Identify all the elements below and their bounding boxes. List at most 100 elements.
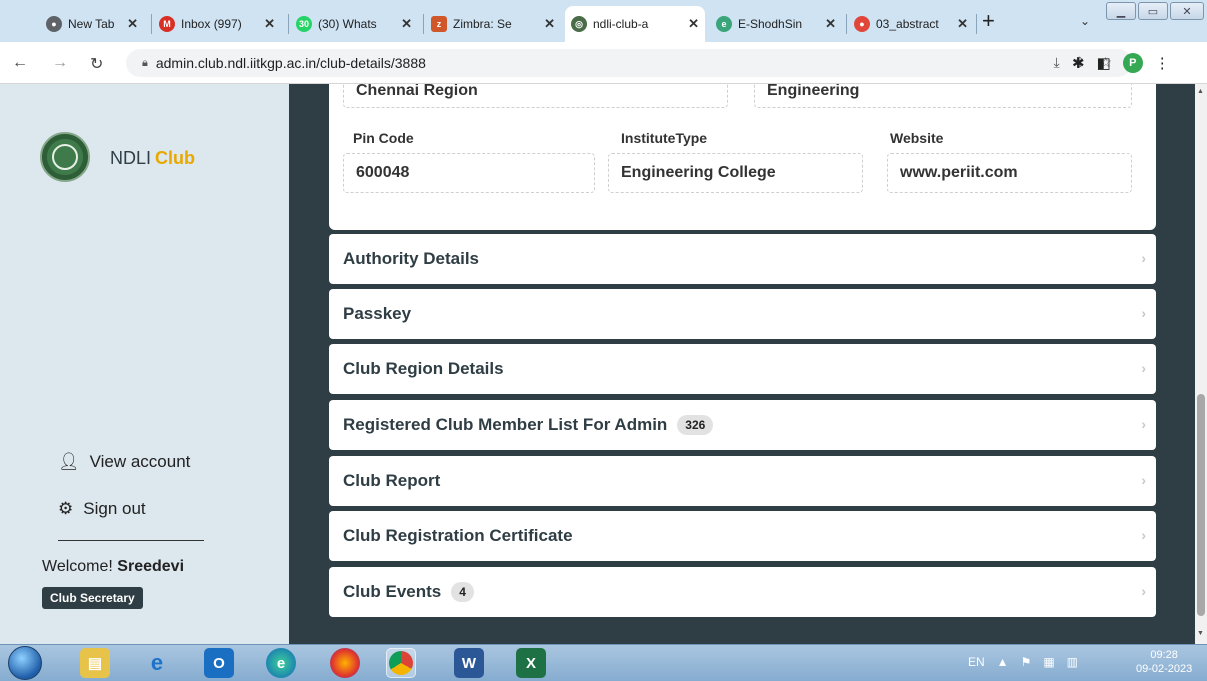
extensions-icon[interactable]: ✱ (1072, 54, 1085, 72)
tab-title: New Tab (68, 17, 115, 31)
section-label: Club Events (343, 582, 442, 601)
windows-taskbar: ▤ e O e W X EN ▲ ⚑ ▦ ▥ 09:28 09-02-2023 (0, 644, 1207, 681)
chevron-right-icon: › (1141, 305, 1146, 321)
start-button[interactable] (8, 646, 42, 680)
display-icon[interactable]: ▦ (1043, 655, 1054, 669)
word-icon[interactable]: W (454, 648, 484, 678)
edge-icon[interactable]: e (266, 648, 296, 678)
gear-icon: ⚙ (58, 499, 74, 518)
section-label: Club Region Details (343, 359, 504, 378)
section-label: Club Report (343, 471, 441, 490)
tab-ndli-club[interactable]: ◎ ndli-club-a ✕ (565, 6, 705, 42)
speaker-icon[interactable]: ▥ (1067, 655, 1078, 669)
address-bar[interactable]: 🔒︎ admin.club.ndl.iitkgp.ac.in/club-deta… (126, 49, 1132, 77)
section-authority-details[interactable]: Authority Details › (329, 234, 1156, 284)
chevron-right-icon: › (1141, 583, 1146, 599)
window-controls: ▁ ▭ ✕ (1106, 2, 1206, 20)
chevron-right-icon: › (1141, 472, 1146, 488)
user-name: Sreedevi (117, 558, 185, 575)
tab-title: (30) Whats (318, 17, 377, 31)
tab-zimbra[interactable]: z Zimbra: Se ✕ (425, 6, 561, 42)
excel-icon[interactable]: X (516, 648, 546, 678)
chevron-right-icon: › (1141, 360, 1146, 376)
system-clock[interactable]: 09:28 09-02-2023 (1136, 648, 1192, 676)
close-icon[interactable]: ✕ (825, 16, 836, 32)
maximize-button[interactable]: ▭ (1138, 2, 1168, 20)
eshodh-icon: e (716, 16, 732, 32)
clock-time: 09:28 (1150, 649, 1178, 661)
scroll-up-arrow[interactable]: ▲ (1197, 88, 1204, 95)
zimbra-icon: z (431, 16, 447, 32)
explorer-icon[interactable]: ▤ (80, 648, 110, 678)
pin-code-field[interactable]: 600048 (343, 153, 595, 193)
tab-title: ndli-club-a (593, 17, 649, 31)
section-club-report[interactable]: Club Report › (329, 456, 1156, 506)
brand-prefix: NDLI (110, 148, 152, 168)
view-account-link[interactable]: 👤︎ View account (58, 452, 190, 472)
close-icon[interactable]: ✕ (957, 16, 968, 32)
sidebar-divider (58, 540, 204, 541)
scroll-down-arrow[interactable]: ▼ (1197, 630, 1204, 637)
section-club-region-details[interactable]: Club Region Details › (329, 344, 1156, 394)
install-icon[interactable]: ⤓ (1054, 54, 1060, 71)
lock-icon[interactable]: 🔒︎ (142, 57, 148, 70)
chevron-right-icon: › (1141, 416, 1146, 432)
tab-title: Zimbra: Se (453, 17, 512, 31)
firefox-icon[interactable] (330, 648, 360, 678)
brand-title[interactable]: NDLI Club (110, 148, 195, 169)
section-label: Passkey (343, 304, 412, 323)
view-account-label: View account (89, 452, 191, 471)
forward-icon[interactable]: → (52, 54, 68, 72)
section-registration-certificate[interactable]: Club Registration Certificate › (329, 511, 1156, 561)
role-badge: Club Secretary (42, 587, 143, 609)
close-window-button[interactable]: ✕ (1170, 2, 1204, 20)
section-label: Club Registration Certificate (343, 526, 573, 545)
tab-new-tab[interactable]: ● New Tab ✕ (40, 6, 144, 42)
browser-toolbar: ← → ↻ 🔒︎ admin.club.ndl.iitkgp.ac.in/clu… (0, 42, 1207, 84)
profile-avatar[interactable]: P (1122, 53, 1143, 73)
tab-title: E-ShodhSin (738, 17, 803, 31)
close-icon[interactable]: ✕ (401, 16, 412, 32)
outlook-icon[interactable]: O (204, 648, 234, 678)
tab-inbox[interactable]: M Inbox (997) ✕ (153, 6, 281, 42)
clock-date: 09-02-2023 (1136, 663, 1193, 675)
section-label: Authority Details (343, 249, 480, 268)
new-tab-button[interactable]: + (982, 10, 995, 32)
sign-out-link[interactable]: ⚙ Sign out (58, 499, 146, 519)
tab-search-icon[interactable]: ⌄ (1080, 14, 1090, 28)
tab-eshodh[interactable]: e E-ShodhSin ✕ (710, 6, 842, 42)
reload-icon[interactable]: ↻ (90, 54, 103, 74)
close-icon[interactable]: ✕ (127, 16, 138, 32)
ie-icon[interactable]: e (142, 648, 172, 678)
tray-expand-icon[interactable]: ▲ (997, 655, 1009, 669)
minimize-button[interactable]: ▁ (1106, 2, 1136, 20)
category-field[interactable]: Engineering (754, 84, 1132, 108)
institute-type-field[interactable]: Engineering College (608, 153, 863, 193)
tab-title: 03_abstract (876, 17, 939, 31)
member-count-badge: 326 (677, 415, 714, 435)
welcome-text: Welcome! Sreedevi (42, 558, 184, 576)
club-details-card: Chennai Region Engineering Pin Code 6000… (329, 84, 1156, 230)
language-indicator[interactable]: EN (968, 655, 985, 669)
section-registered-members[interactable]: Registered Club Member List For Admin 32… (329, 400, 1156, 450)
close-icon[interactable]: ✕ (688, 16, 699, 32)
gmail-icon: M (159, 16, 175, 32)
scrollbar-thumb[interactable] (1197, 394, 1205, 616)
close-icon[interactable]: ✕ (264, 16, 275, 32)
tab-whatsapp[interactable]: 30 (30) Whats ✕ (290, 6, 418, 42)
tab-abstract[interactable]: ● 03_abstract ✕ (848, 6, 974, 42)
section-label: Registered Club Member List For Admin (343, 415, 668, 434)
chrome-icon: ● (46, 16, 62, 32)
back-icon[interactable]: ← (12, 54, 28, 72)
url-text: admin.club.ndl.iitkgp.ac.in/club-details… (155, 55, 426, 71)
chrome-taskbar-icon[interactable] (386, 648, 416, 678)
institute-type-label: InstituteType (621, 130, 708, 146)
section-passkey[interactable]: Passkey › (329, 289, 1156, 339)
menu-kebab-icon[interactable]: ⋮ (1155, 54, 1170, 72)
region-field[interactable]: Chennai Region (343, 84, 728, 108)
close-icon[interactable]: ✕ (544, 16, 555, 32)
section-club-events[interactable]: Club Events 4 › (329, 567, 1156, 617)
side-panel-icon[interactable]: ◧ (1097, 54, 1111, 72)
website-field[interactable]: www.periit.com (887, 153, 1132, 193)
network-icon[interactable]: ⚑ (1021, 655, 1032, 669)
